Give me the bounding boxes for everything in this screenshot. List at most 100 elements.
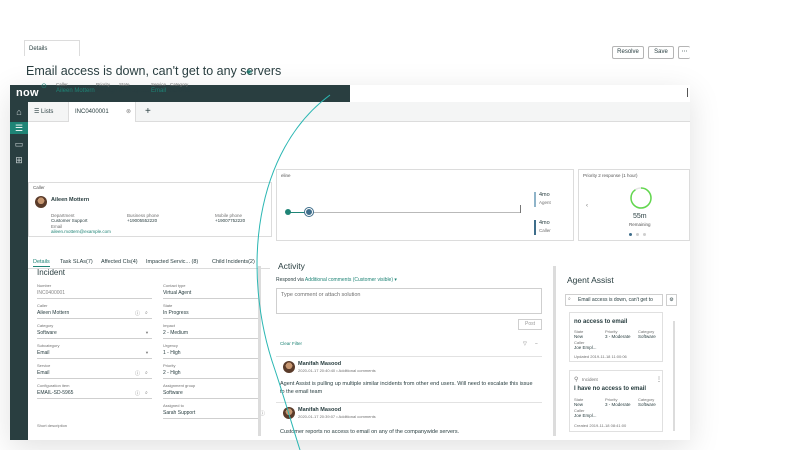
info-icon[interactable]: ⓘ [135, 310, 140, 317]
impact-field[interactable]: 2 - Medium [163, 330, 188, 336]
filter-icon[interactable]: ▽ [523, 341, 527, 347]
timeline-dot[interactable] [285, 209, 291, 215]
activity-scrollbar[interactable] [553, 266, 556, 436]
pager-dot[interactable] [643, 233, 646, 236]
tab-lists[interactable]: ☰ Lists [28, 102, 66, 122]
info-icon[interactable]: ⊙ [41, 82, 47, 90]
subcategory-label: Subcategory [37, 343, 60, 348]
mobile-phone-value: +19007752220 [215, 218, 246, 223]
chevron-down-icon[interactable]: ▼ [145, 350, 149, 355]
more-button[interactable]: ⋯ [678, 46, 690, 59]
result-title[interactable]: no access to email [574, 319, 627, 325]
tab-details-form[interactable]: Details [33, 259, 50, 267]
tab-task-slas[interactable]: Task SLAs(7) [60, 259, 93, 265]
caller-card: Caller Aileen Mottern Department Custome… [28, 182, 272, 237]
email-value[interactable]: aileen.mottern@example.com [51, 229, 111, 234]
info-icon[interactable]: ⓘ [135, 370, 140, 377]
chevron-down-icon[interactable]: ▾ [394, 277, 397, 283]
tag-icon[interactable]: ◈ [246, 67, 252, 76]
department-value: Customer Support [51, 218, 88, 223]
field-underline [37, 318, 152, 319]
impact-label: Impact [163, 323, 176, 328]
category-field[interactable]: Software [37, 330, 57, 336]
comment-input[interactable]: Type comment or attach solution [276, 288, 542, 314]
field-underline [163, 298, 259, 299]
subcategory-field[interactable]: Email [37, 350, 50, 356]
avatar [283, 407, 295, 419]
state-field[interactable]: In Progress [163, 310, 189, 316]
tab-affected-cis[interactable]: Affected CIs(4) [101, 259, 138, 265]
meta-state-value: In Progress [119, 88, 150, 94]
assist-result-card[interactable]: ⚲ Incident ⋮ I have no access to email S… [569, 370, 663, 432]
more-icon[interactable]: ⋮ [656, 376, 662, 383]
meta-service-value[interactable]: Email [151, 88, 166, 94]
collapse-icon[interactable]: − [535, 341, 538, 347]
ci-field[interactable]: EMAIL-SD-5965 [37, 390, 73, 396]
form-section-title: Incident [37, 268, 66, 277]
activity-entry: Manifah Masood 2020-01-17 20:39:07 • Add… [276, 402, 542, 438]
service-label: Service [37, 363, 51, 368]
caller-name[interactable]: Aileen Mottern [51, 197, 89, 203]
timeline-dot-current[interactable] [305, 208, 313, 216]
search-icon[interactable]: ⌕ [145, 390, 148, 396]
pager-dot[interactable] [636, 233, 639, 236]
tab-child-incidents[interactable]: Child Incidents(2) [212, 259, 255, 265]
info-icon[interactable]: ⓘ [135, 390, 140, 397]
grid-icon[interactable]: ⊞ [13, 154, 25, 166]
meta-category-label: Category [170, 82, 189, 87]
timeline-end-marker [520, 205, 521, 213]
resolve-button[interactable]: Resolve [612, 46, 644, 59]
tab-details[interactable]: Details [24, 40, 80, 56]
caller-card-header: Caller [33, 185, 45, 190]
avatar [283, 361, 295, 373]
list-icon[interactable]: ☰ [10, 122, 28, 134]
respond-via-dropdown[interactable]: Additional comments (Customer visible) [305, 277, 393, 283]
contact-type-value[interactable]: Virtual Agent [163, 290, 191, 296]
assist-scrollbar[interactable] [673, 321, 675, 431]
search-icon[interactable]: ⌕ [145, 370, 148, 376]
urgency-field[interactable]: 1 - High [163, 350, 181, 356]
activity-entry: Manifah Masood 2020-01-17 20:40:40 • Add… [276, 356, 542, 402]
pager-dot-active[interactable] [629, 233, 632, 236]
save-button[interactable]: Save [648, 46, 674, 59]
home-icon[interactable]: ⌂ [13, 106, 25, 118]
field-underline [163, 398, 259, 399]
now-logo[interactable]: now [16, 87, 39, 99]
caller-field[interactable]: Aileen Mottern [37, 310, 69, 316]
form-scrollbar[interactable] [258, 266, 261, 436]
result-state: New [574, 402, 584, 407]
tab-impacted-services[interactable]: Impacted Servic... (8) [146, 259, 198, 265]
settings-icon[interactable]: ⚙ [666, 294, 677, 306]
inbox-icon[interactable]: ▭ [13, 138, 25, 150]
sla-ring-progress [630, 187, 652, 209]
caller-time: 4mo [539, 220, 550, 226]
meta-priority-label: Priority [96, 82, 111, 87]
agent-time: 4mo [539, 192, 550, 198]
result-type: Incident [582, 377, 598, 382]
assist-result-card[interactable]: no access to email State New Priority 3 … [569, 312, 663, 362]
post-button[interactable]: Post [518, 319, 542, 330]
timeline-header: eline [281, 173, 291, 178]
result-caller: Joe Empl... [574, 413, 597, 418]
clear-filter-link[interactable]: Clear Filter [280, 341, 302, 346]
workspace-tabs: ☰ Lists INC0400001 ⊗ + [28, 102, 690, 122]
result-priority: 3 - Moderate [605, 334, 631, 339]
chevron-down-icon[interactable]: ▼ [145, 330, 149, 335]
result-category: Software [638, 334, 656, 339]
sla-value: 55m [633, 213, 647, 220]
service-field[interactable]: Email [37, 370, 50, 376]
search-icon[interactable]: ⌕ [145, 310, 148, 316]
tab-record[interactable]: INC0400001 ⊗ [68, 102, 136, 122]
assignment-group-field[interactable]: Software [163, 390, 183, 396]
result-title[interactable]: I have no access to email [574, 386, 646, 392]
top-nav-right [350, 85, 690, 102]
assigned-to-label: Assigned to [163, 403, 184, 408]
sla-prev-icon[interactable]: ‹ [586, 203, 588, 209]
timeline-axis [287, 212, 521, 213]
meta-category: Category Software [170, 82, 194, 94]
assigned-to-field[interactable]: Sarah Support [163, 410, 195, 416]
meta-caller-value[interactable]: Aileen Mottern [56, 88, 95, 94]
add-tab-button[interactable]: + [140, 102, 160, 122]
agent-assist-search-input[interactable]: Email access is down, can't get to [565, 294, 663, 306]
close-icon[interactable]: ⊗ [126, 102, 131, 122]
